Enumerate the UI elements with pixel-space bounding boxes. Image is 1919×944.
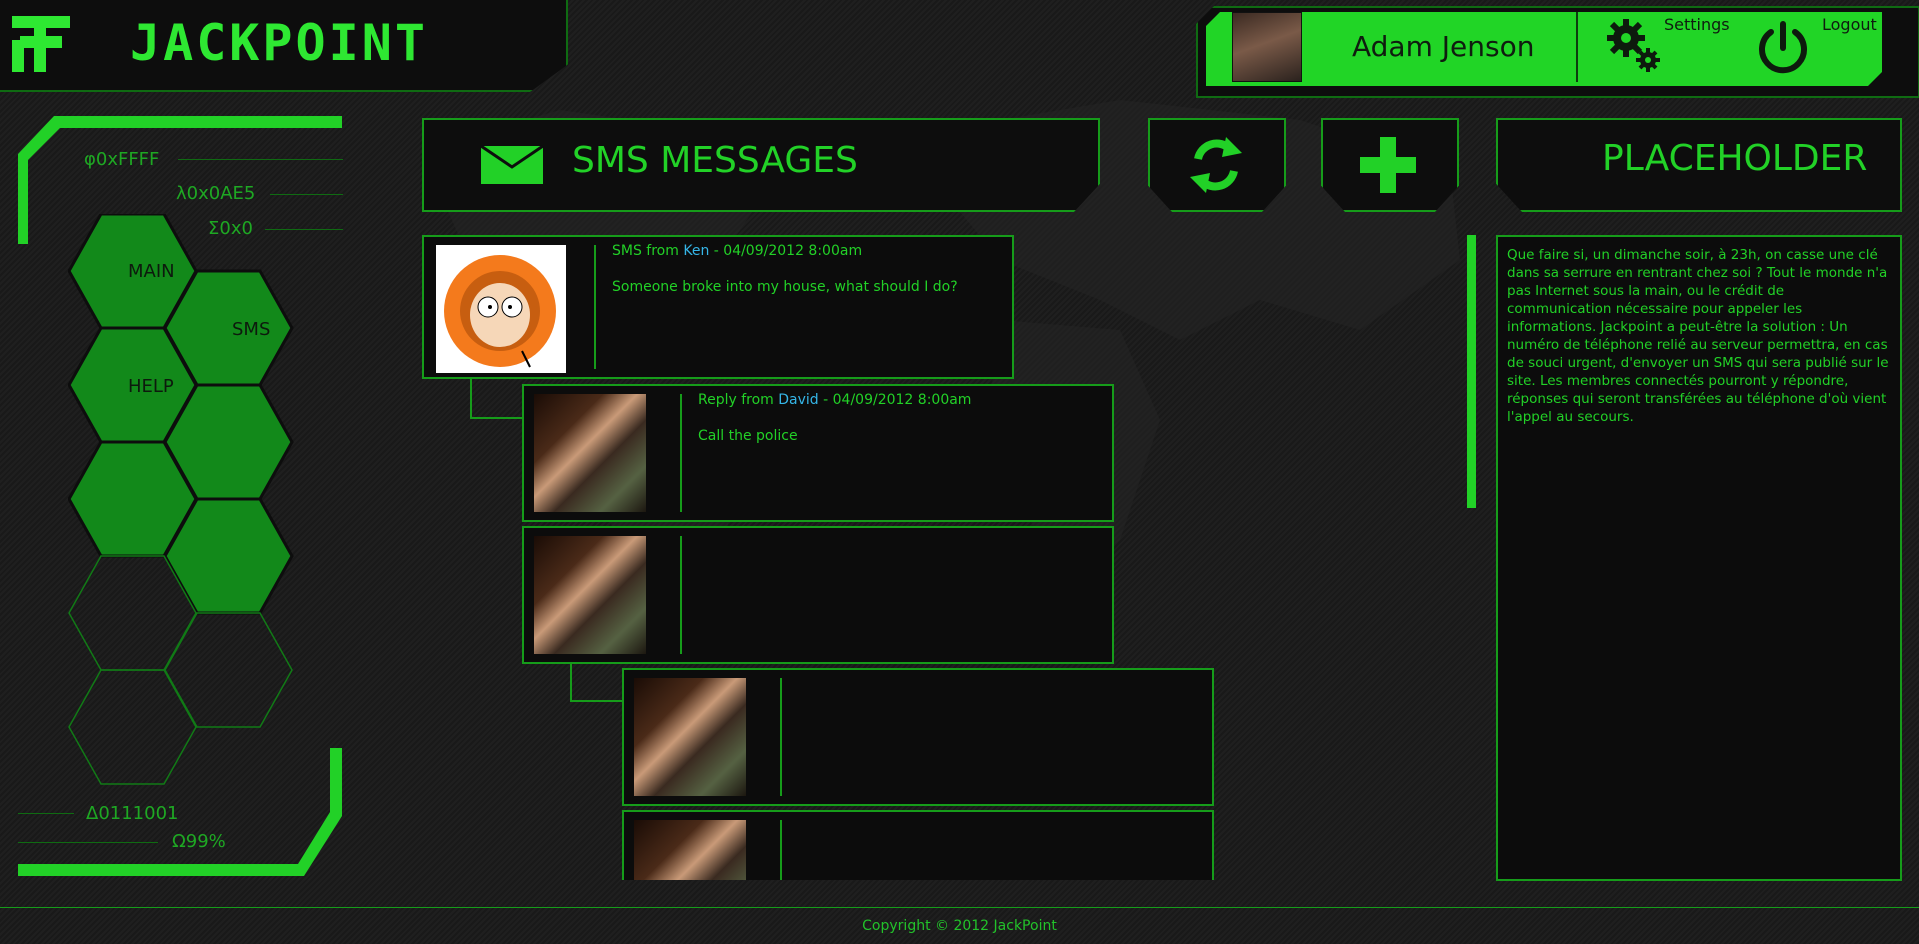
sender-avatar: [534, 536, 646, 654]
refresh-icon[interactable]: [1186, 135, 1246, 195]
code-readout-2: λ0x0AE5: [176, 183, 256, 204]
message-header: Reply from David - 04/09/2012 8:00am: [698, 392, 971, 408]
sender-avatar-ken: [436, 245, 566, 373]
hex-empty: [68, 669, 197, 785]
info-text: Que faire si, un dimanche soir, à 23h, o…: [1507, 247, 1889, 425]
envelope-icon: [480, 145, 544, 184]
message-author[interactable]: David: [778, 392, 818, 408]
message-date: - 04/09/2012 8:00am: [709, 243, 863, 259]
footer-divider: [0, 907, 1919, 908]
user-name[interactable]: Adam Jenson: [1352, 30, 1534, 63]
user-bar-divider: [1576, 12, 1578, 82]
jackpoint-logo-icon: [12, 16, 70, 72]
message-item[interactable]: Reply from David - 04/09/2012 8:00am Cal…: [522, 384, 1114, 522]
nav-main[interactable]: MAIN: [128, 261, 175, 282]
message-item[interactable]: [622, 668, 1214, 806]
nav-help[interactable]: HELP: [128, 376, 174, 397]
logout-power-icon[interactable]: [1756, 20, 1810, 76]
message-body: Someone broke into my house, what should…: [612, 279, 958, 295]
message-header: SMS from Ken - 04/09/2012 8:00am: [612, 243, 862, 259]
footer-copyright: Copyright © 2012 JackPoint: [862, 918, 1057, 934]
code-line: [18, 813, 74, 814]
settings-link[interactable]: Settings: [1664, 15, 1730, 34]
page-title: SMS MESSAGES: [572, 140, 858, 181]
thread-connector: [570, 662, 624, 702]
message-item[interactable]: [522, 526, 1114, 664]
message-date: - 04/09/2012 8:00am: [818, 392, 972, 408]
app-logo-text[interactable]: JACKPOINT: [130, 14, 428, 72]
code-readout-1: φ0xFFFF: [84, 149, 160, 170]
code-line: [270, 194, 343, 195]
message-author[interactable]: Ken: [683, 243, 709, 259]
user-avatar[interactable]: [1232, 12, 1302, 82]
hex-nav-grid: [68, 214, 294, 785]
scrollbar-thumb[interactable]: [1467, 235, 1476, 508]
plus-icon[interactable]: [1360, 137, 1416, 193]
hex-empty: [164, 612, 293, 728]
placeholder-title: PLACEHOLDER: [1602, 138, 1868, 179]
code-line: [18, 842, 158, 843]
thread-connector: [470, 377, 524, 419]
code-line: [178, 159, 343, 160]
code-readout-5: Ω99%: [172, 831, 226, 852]
message-prefix: Reply from: [698, 392, 779, 408]
message-prefix: SMS from: [612, 243, 684, 259]
sender-avatar: [634, 678, 746, 796]
sender-avatar-david: [534, 394, 646, 512]
logout-link[interactable]: Logout: [1822, 15, 1877, 34]
message-item[interactable]: [622, 810, 1214, 880]
message-body: Call the police: [698, 428, 798, 444]
message-list: SMS from Ken - 04/09/2012 8:00am Someone…: [422, 235, 1422, 880]
settings-gear-icon[interactable]: [1604, 14, 1664, 74]
nav-sms[interactable]: SMS: [232, 319, 270, 340]
code-readout-4: Δ0111001: [86, 803, 179, 824]
message-item[interactable]: SMS from Ken - 04/09/2012 8:00am Someone…: [422, 235, 1014, 379]
sender-avatar: [634, 820, 746, 880]
